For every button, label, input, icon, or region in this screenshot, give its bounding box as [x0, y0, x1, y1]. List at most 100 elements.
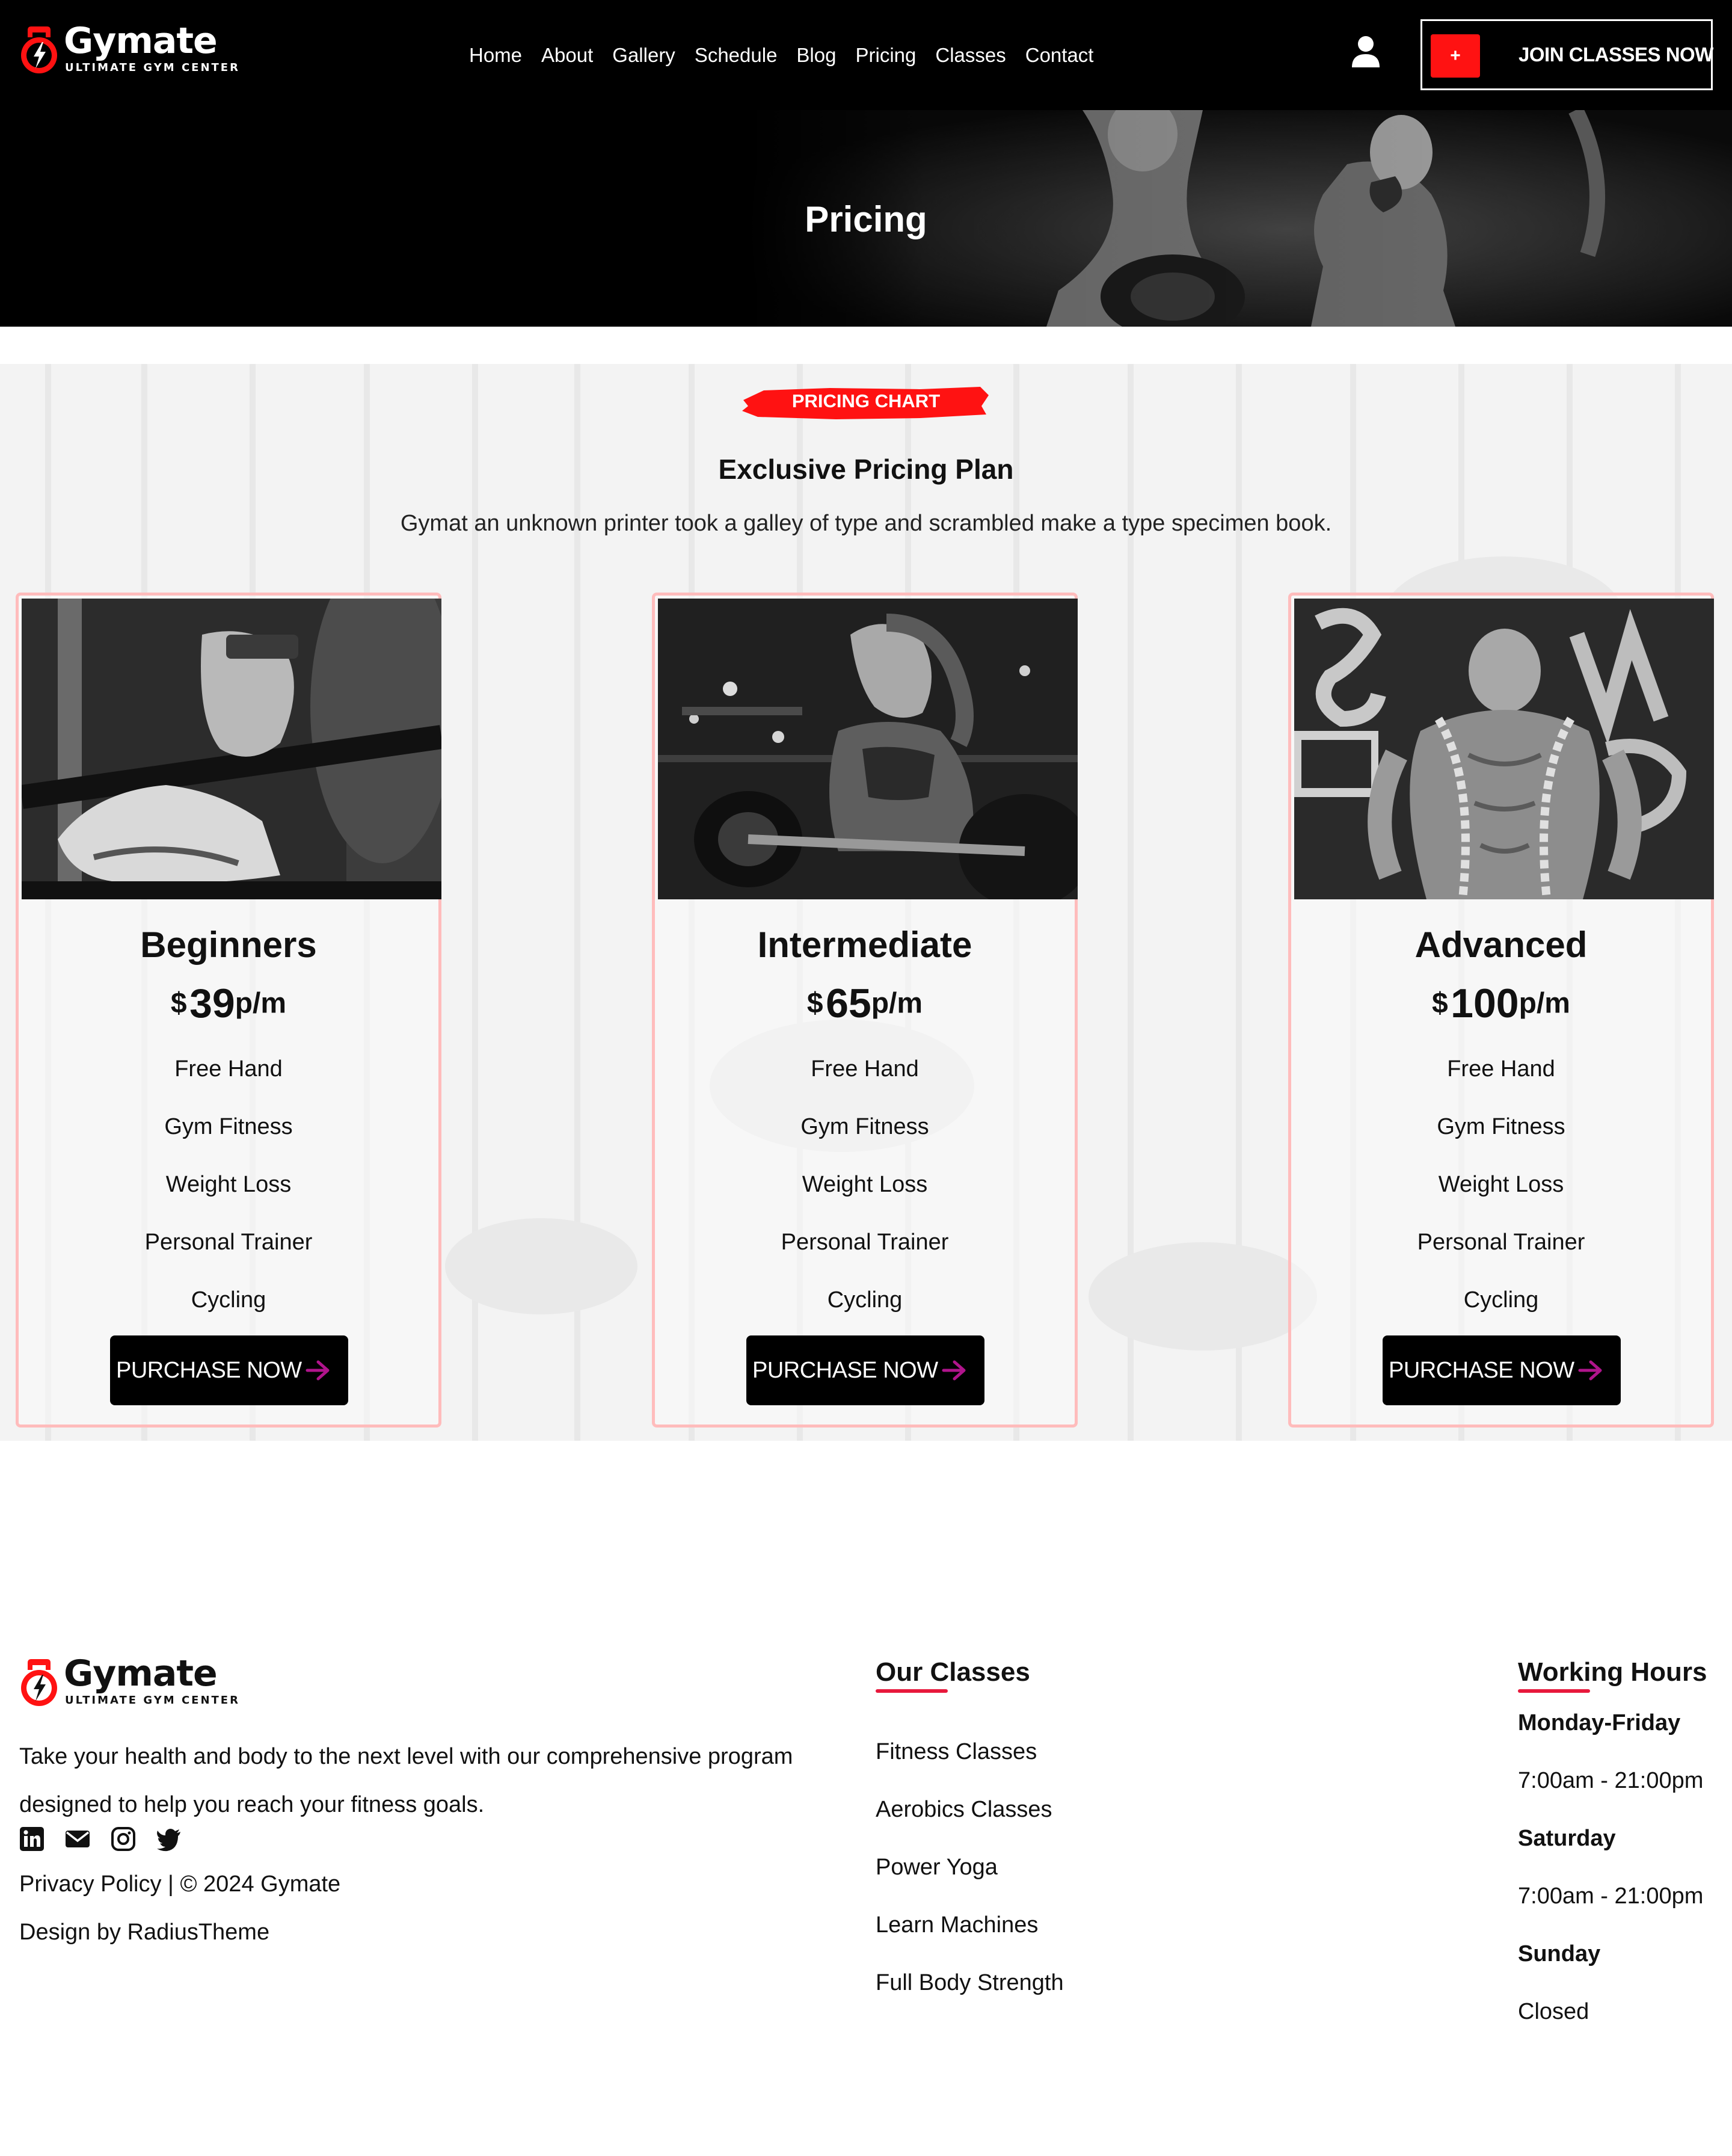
main-nav: Home About Gallery Schedule Blog Pricing…: [469, 38, 1093, 72]
arrow-right-icon: [1578, 1360, 1602, 1381]
pricing-chart-badge: PRICING CHART: [740, 383, 992, 423]
join-classes-label: JOIN CLASSES NOW: [1519, 43, 1713, 66]
hours-day: Monday-Friday: [1518, 1710, 1681, 1736]
advanced-plan-image: [1294, 599, 1714, 899]
price-currency: $: [170, 987, 187, 1020]
plan-name: Beginners: [140, 925, 317, 965]
plan-feature: Gym Fitness: [164, 1114, 293, 1139]
pricing-chart-label: PRICING CHART: [791, 390, 941, 411]
plan-feature: Cycling: [1463, 1287, 1539, 1313]
price-period: p/m: [235, 987, 287, 1020]
page-hero: Pricing: [0, 110, 1732, 327]
purchase-now-label: PURCHASE NOW: [752, 1358, 938, 1383]
purchase-now-label: PURCHASE NOW: [1389, 1358, 1574, 1383]
nav-about[interactable]: About: [541, 38, 593, 72]
sneaker-photo: [22, 599, 441, 899]
plan-feature: Weight Loss: [165, 1172, 292, 1197]
plan-price: $ 39p/m: [19, 980, 438, 1027]
logo-tagline: ULTIMATE GYM CENTER: [65, 1694, 240, 1707]
instagram-icon[interactable]: [111, 1826, 136, 1852]
nav-pricing[interactable]: Pricing: [855, 38, 916, 72]
social-links: [19, 1826, 182, 1852]
kettlebell-bolt-icon: [21, 1659, 57, 1706]
nav-blog[interactable]: Blog: [796, 38, 836, 72]
envelope-icon[interactable]: [65, 1826, 90, 1852]
plan-feature: Gym Fitness: [1437, 1114, 1565, 1139]
plan-feature: Free Hand: [811, 1056, 919, 1082]
price-amount: 65: [826, 981, 871, 1026]
heading-underline: [1518, 1689, 1590, 1693]
nav-classes[interactable]: Classes: [935, 38, 1006, 72]
purchase-now-button[interactable]: PURCHASE NOW: [1383, 1335, 1621, 1405]
hours-time: 7:00am - 21:00pm: [1518, 1768, 1704, 1793]
footer-class-link[interactable]: Full Body Strength: [876, 1965, 1064, 2001]
price-amount: 100: [1451, 981, 1519, 1026]
woman-dumbbell-photo: [658, 599, 1078, 899]
twitter-icon[interactable]: [156, 1826, 182, 1852]
plan-feature: Cycling: [827, 1287, 903, 1313]
footer-logo[interactable]: Gymate ULTIMATE GYM CENTER: [19, 1652, 238, 1713]
purchase-now-label: PURCHASE NOW: [116, 1358, 302, 1383]
design-credit: Design by RadiusTheme: [19, 1920, 270, 1945]
purchase-now-button[interactable]: PURCHASE NOW: [746, 1335, 984, 1405]
plan-feature: Personal Trainer: [144, 1230, 313, 1255]
section-title: Exclusive Pricing Plan: [718, 454, 1014, 485]
purchase-now-button[interactable]: PURCHASE NOW: [110, 1335, 348, 1405]
plan-price: $ 65p/m: [655, 980, 1075, 1027]
nav-home[interactable]: Home: [469, 38, 522, 72]
plan-feature: Personal Trainer: [1417, 1230, 1585, 1255]
logo-tagline: ULTIMATE GYM CENTER: [65, 61, 240, 74]
plan-feature: Free Hand: [174, 1056, 283, 1082]
site-header: Gymate ULTIMATE GYM CENTER Home About Ga…: [0, 0, 1732, 110]
user-icon[interactable]: [1351, 35, 1381, 69]
pricing-card-intermediate: Intermediate $ 65p/m Free Hand Gym Fitne…: [652, 593, 1078, 1428]
nav-gallery[interactable]: Gallery: [612, 38, 675, 72]
price-currency: $: [806, 987, 823, 1020]
price-period: p/m: [871, 987, 923, 1020]
plus-icon: +: [1431, 34, 1480, 78]
plan-feature: Gym Fitness: [800, 1114, 929, 1139]
hours-day: Sunday: [1518, 1941, 1601, 1967]
hours-time: 7:00am - 21:00pm: [1518, 1883, 1704, 1909]
heading-underline: [876, 1689, 948, 1693]
kettlebell-bolt-icon: [21, 26, 57, 73]
linkedin-icon[interactable]: [19, 1826, 45, 1852]
price-amount: 39: [189, 981, 235, 1026]
plan-feature: Weight Loss: [1438, 1172, 1564, 1197]
arrow-right-icon: [942, 1360, 966, 1381]
copyright-text: Privacy Policy | © 2024 Gymate: [19, 1871, 341, 1897]
hours-time: Closed: [1518, 1999, 1589, 2024]
beginners-plan-image: [22, 599, 441, 899]
price-period: p/m: [1519, 987, 1570, 1020]
plan-feature: Weight Loss: [802, 1172, 928, 1197]
logo-wordmark: Gymate: [64, 1652, 218, 1695]
footer-class-link[interactable]: Power Yoga: [876, 1849, 998, 1885]
intermediate-plan-image: [658, 599, 1078, 899]
plan-name: Advanced: [1414, 925, 1588, 965]
page-title: Pricing: [805, 199, 927, 239]
hours-day: Saturday: [1518, 1826, 1616, 1851]
plan-feature: Cycling: [191, 1287, 266, 1313]
footer-class-link[interactable]: Fitness Classes: [876, 1734, 1037, 1770]
our-classes-heading: Our Classes: [876, 1657, 1030, 1687]
pricing-card-advanced: Advanced $ 100p/m Free Hand Gym Fitness …: [1288, 593, 1714, 1428]
logo-wordmark: Gymate: [64, 20, 218, 62]
section-description: Gymat an unknown printer took a galley o…: [400, 511, 1332, 536]
join-classes-button[interactable]: + JOIN CLASSES NOW: [1420, 19, 1713, 90]
working-hours-heading: Working Hours: [1518, 1657, 1707, 1687]
price-currency: $: [1432, 987, 1448, 1020]
plan-name: Intermediate: [757, 925, 972, 965]
footer-class-link[interactable]: Learn Machines: [876, 1907, 1038, 1943]
footer-class-link[interactable]: Aerobics Classes: [876, 1791, 1052, 1828]
plan-feature: Personal Trainer: [781, 1230, 949, 1255]
nav-contact[interactable]: Contact: [1025, 38, 1094, 72]
footer-about-text: Take your health and body to the next le…: [19, 1744, 793, 1817]
plan-price: $ 100p/m: [1291, 980, 1711, 1027]
plan-feature: Free Hand: [1447, 1056, 1555, 1082]
bodybuilder-chains-photo: [1294, 599, 1714, 899]
nav-schedule[interactable]: Schedule: [695, 38, 778, 72]
site-logo[interactable]: Gymate ULTIMATE GYM CENTER: [19, 20, 238, 81]
arrow-right-icon: [306, 1360, 330, 1381]
pricing-card-beginners: Beginners $ 39p/m Free Hand Gym Fitness …: [16, 593, 441, 1428]
pricing-section: PRICING CHART Exclusive Pricing Plan Gym…: [0, 364, 1732, 1441]
